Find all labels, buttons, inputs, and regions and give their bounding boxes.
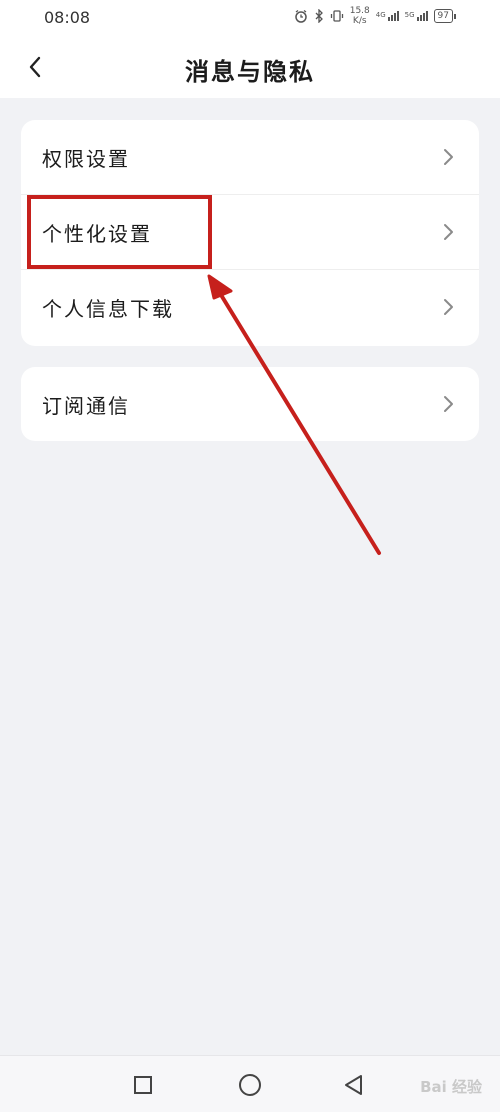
battery-indicator: 97 xyxy=(433,9,456,23)
alarm-icon xyxy=(294,9,307,23)
row-label: 订阅通信 xyxy=(42,393,130,418)
network-type-1: 4G xyxy=(375,11,386,19)
settings-group-2: 订阅通信 xyxy=(21,367,479,441)
chevron-right-icon xyxy=(444,224,453,240)
signal-bar xyxy=(396,11,399,21)
chevron-right-icon xyxy=(444,396,453,412)
status-bar: 08:08 15.8 K/s 4G 5G 97 xyxy=(0,0,500,36)
battery-level: 97 xyxy=(433,9,453,23)
chevron-right-icon xyxy=(444,299,453,315)
navigation-bar: Bai 经验 xyxy=(0,1055,500,1112)
header: 消息与隐私 xyxy=(0,36,500,98)
signal-bar xyxy=(419,15,422,21)
row-label: 个性化设置 xyxy=(42,221,152,246)
row-permission-settings[interactable]: 权限设置 xyxy=(21,120,479,194)
row-label: 个人信息下载 xyxy=(42,296,174,321)
network-speed: 15.8 K/s xyxy=(350,6,370,26)
row-personalization-settings[interactable]: 个性化设置 xyxy=(21,195,479,269)
triangle-left-icon xyxy=(345,1075,362,1095)
circle-icon xyxy=(239,1074,261,1096)
row-subscription-communication[interactable]: 订阅通信 xyxy=(21,367,479,441)
nav-back-button[interactable] xyxy=(342,1073,366,1097)
signal-bar xyxy=(390,15,393,21)
recents-button[interactable] xyxy=(131,1073,155,1097)
watermark: Bai 经验 xyxy=(420,1078,482,1096)
signal-bar xyxy=(416,17,419,21)
network-speed-unit: K/s xyxy=(352,16,367,26)
status-icons: 15.8 K/s 4G 5G 97 xyxy=(294,6,456,26)
signal-bar xyxy=(387,17,390,21)
vibrate-icon xyxy=(330,10,343,22)
home-button[interactable] xyxy=(238,1073,262,1097)
bluetooth-icon xyxy=(315,9,323,23)
signal-strength-1: 4G xyxy=(376,11,399,21)
signal-strength-2: 5G xyxy=(405,11,428,21)
signal-bar xyxy=(422,13,425,21)
page-title: 消息与隐私 xyxy=(185,58,315,86)
signal-bar xyxy=(393,13,396,21)
network-type-2: 5G xyxy=(404,11,415,19)
signal-bar xyxy=(425,11,428,21)
settings-group-1: 权限设置 个性化设置 个人信息下载 xyxy=(21,120,479,346)
chevron-right-icon xyxy=(444,149,453,165)
row-label: 权限设置 xyxy=(42,146,130,171)
network-speed-value: 15.8 xyxy=(349,6,370,16)
square-icon xyxy=(134,1076,152,1094)
row-personal-info-download[interactable]: 个人信息下载 xyxy=(21,270,479,344)
battery-tip xyxy=(454,13,456,19)
status-time: 08:08 xyxy=(44,8,91,27)
